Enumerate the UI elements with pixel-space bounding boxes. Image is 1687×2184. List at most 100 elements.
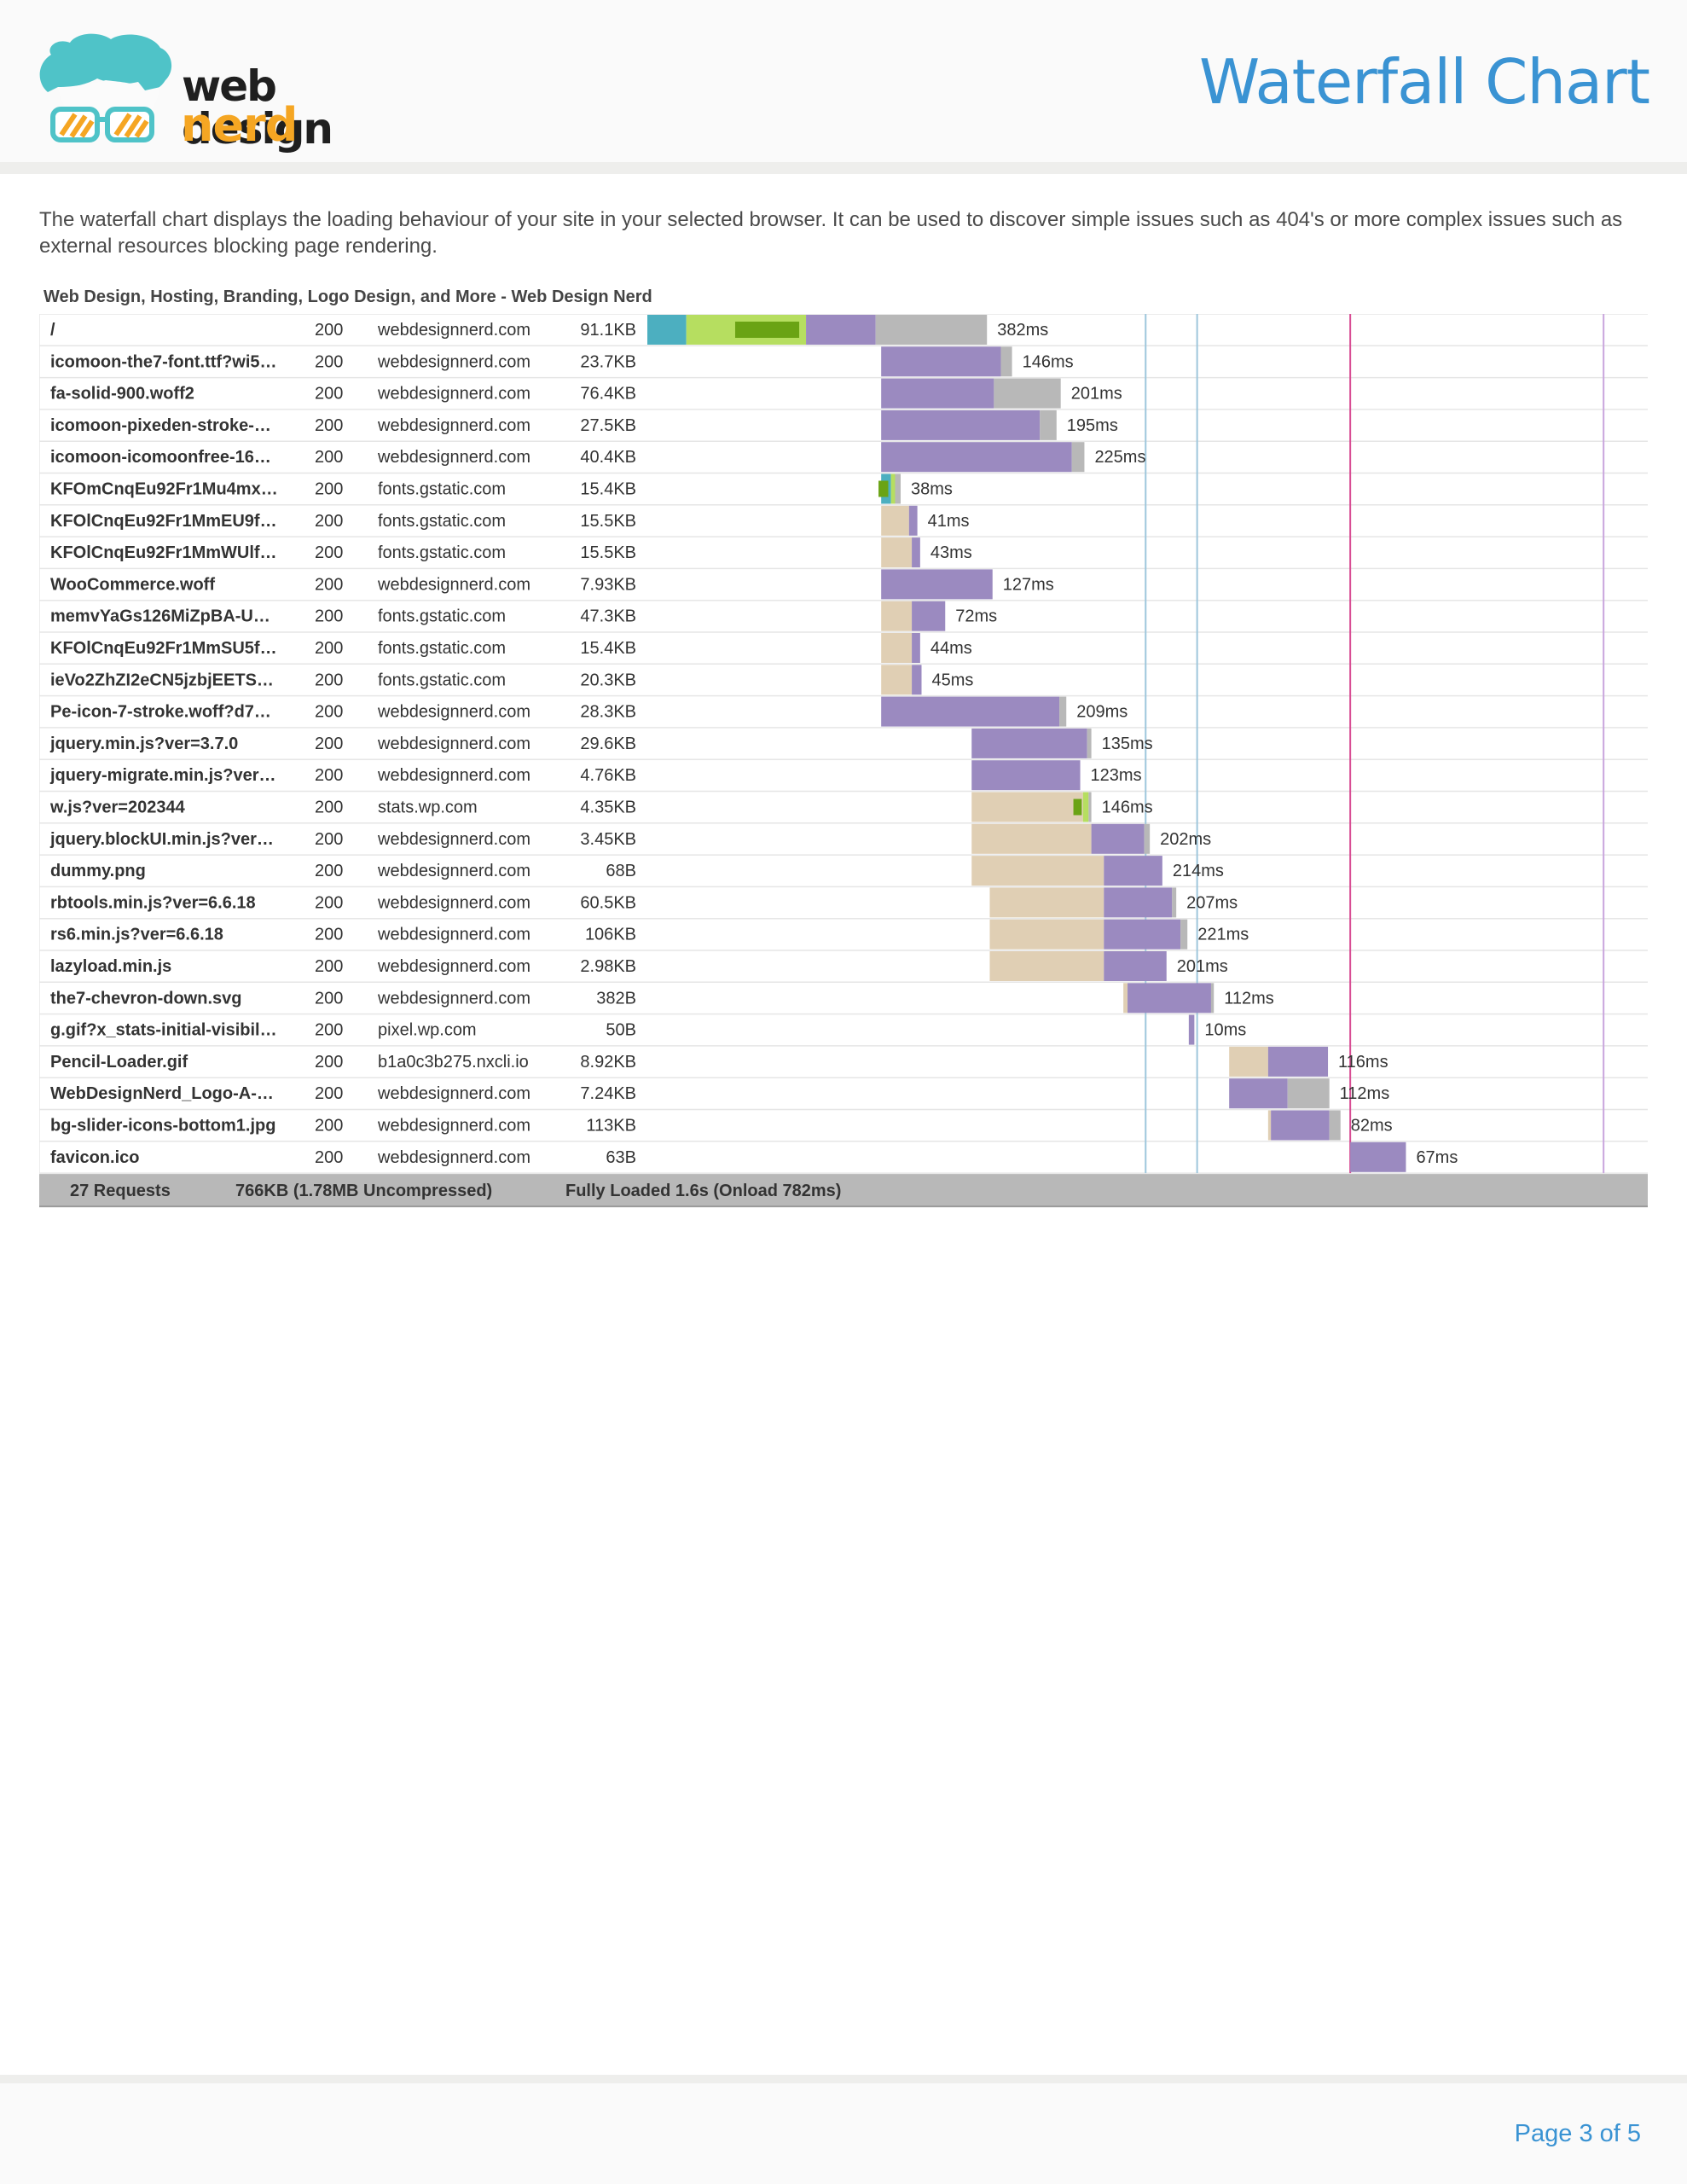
request-duration: 112ms: [1224, 989, 1274, 1008]
wait-segment: [1104, 887, 1173, 918]
ssl-segment: [878, 480, 889, 497]
wait-segment: [912, 633, 920, 663]
receive-segment: [1180, 919, 1188, 950]
request-name: fa-solid-900.woff2: [50, 385, 194, 404]
request-size: 76.4KB: [580, 385, 636, 404]
request-domain: webdesignnerd.com: [377, 1084, 530, 1103]
request-domain: fonts.gstatic.com: [378, 607, 506, 626]
request-domain: webdesignnerd.com: [377, 575, 530, 594]
request-size: 3.45KB: [580, 830, 636, 849]
blocked-segment: [1229, 1046, 1268, 1077]
request-domain: webdesignnerd.com: [377, 957, 530, 976]
blocked-segment: [881, 601, 913, 631]
request-duration: 207ms: [1186, 893, 1238, 912]
blocked-segment: [971, 823, 1092, 854]
request-name: KFOmCnqEu92Fr1Mu4mx…: [50, 480, 278, 499]
wait-segment: [971, 760, 1081, 791]
request-size: 60.5KB: [580, 893, 636, 912]
request-domain: webdesignnerd.com: [377, 926, 530, 944]
request-duration: 209ms: [1076, 703, 1128, 722]
request-domain: b1a0c3b275.nxcli.io: [378, 1053, 529, 1072]
wait-segment: [1229, 1078, 1288, 1109]
blocked-segment: [1123, 983, 1128, 1014]
request-status: 200: [315, 448, 343, 467]
receive-segment: [1329, 1110, 1341, 1141]
request-status: 200: [315, 957, 343, 976]
request-size: 29.6KB: [580, 735, 636, 753]
request-status: 200: [315, 575, 343, 594]
request-domain: webdesignnerd.com: [377, 385, 530, 404]
request-name: Pencil-Loader.gif: [50, 1053, 188, 1072]
request-domain: fonts.gstatic.com: [378, 639, 506, 658]
request-status: 200: [315, 512, 343, 531]
request-domain: webdesignnerd.com: [377, 1148, 530, 1167]
request-duration: 382ms: [997, 321, 1048, 340]
wait-segment: [881, 569, 993, 600]
blocked-segment: [881, 633, 913, 663]
request-size: 15.4KB: [580, 480, 636, 499]
wait-segment: [881, 378, 994, 409]
request-domain: stats.wp.com: [378, 799, 478, 817]
request-name: WebDesignNerd_Logo-A-…: [50, 1084, 274, 1103]
receive-segment: [1172, 887, 1177, 918]
request-name: jquery.blockUI.min.js?ver…: [49, 830, 274, 849]
request-duration: 45ms: [932, 671, 974, 689]
nerd-mascot-icon: [39, 33, 172, 142]
request-domain: webdesignnerd.com: [377, 735, 530, 753]
blocked-segment: [989, 951, 1104, 981]
request-duration: 214ms: [1173, 862, 1224, 880]
request-name: icomoon-pixeden-stroke-…: [50, 416, 271, 435]
request-name: bg-slider-icons-bottom1.jpg: [50, 1117, 275, 1136]
request-duration: 67ms: [1416, 1148, 1458, 1167]
wait-segment: [1350, 1141, 1406, 1172]
request-size: 50B: [606, 1021, 636, 1040]
request-name: KFOlCnqEu92Fr1MmSU5f…: [50, 639, 277, 658]
wait-segment: [1091, 823, 1145, 854]
request-domain: webdesignnerd.com: [377, 703, 530, 722]
request-name: the7-chevron-down.svg: [50, 989, 241, 1008]
request-size: 7.24KB: [580, 1084, 636, 1103]
request-duration: 195ms: [1067, 416, 1118, 435]
wait-segment: [881, 696, 1060, 727]
request-name: icomoon-the7-font.ttf?wi5…: [50, 352, 277, 371]
request-duration: 82ms: [1351, 1117, 1393, 1136]
request-status: 200: [315, 639, 343, 658]
request-size: 113KB: [586, 1117, 636, 1136]
request-status: 200: [315, 1117, 343, 1136]
waterfall-chart: / 200 webdesignnerd.com 91.1KB 382ms icomoon-…: [39, 314, 1648, 1211]
chart-title: Web Design, Hosting, Branding, Logo Desi…: [43, 288, 652, 306]
request-name: KFOlCnqEu92Fr1MmEU9f…: [50, 512, 277, 531]
receive-segment: [1210, 983, 1215, 1014]
request-name: icomoon-icomoonfree-16…: [50, 448, 271, 467]
page-title: Waterfall Chart: [1198, 46, 1650, 118]
receive-segment: [1071, 442, 1085, 473]
request-name: lazyload.min.js: [50, 957, 171, 976]
wait-segment: [971, 728, 1087, 758]
request-status: 200: [315, 799, 343, 817]
receive-segment: [875, 315, 988, 345]
wait-segment: [912, 537, 920, 568]
request-size: 15.5KB: [580, 543, 636, 562]
request-duration: 112ms: [1340, 1084, 1390, 1103]
request-status: 200: [315, 607, 343, 626]
request-size: 91.1KB: [580, 321, 636, 340]
blocked-segment: [989, 919, 1104, 950]
request-name: ieVo2ZhZI2eCN5jzbjEETS…: [50, 671, 274, 689]
request-domain: webdesignnerd.com: [377, 448, 530, 467]
request-name: Pe-icon-7-stroke.woff?d7…: [50, 703, 271, 722]
request-name: favicon.ico: [50, 1148, 139, 1167]
request-size: 382B: [596, 989, 636, 1008]
request-duration: 146ms: [1102, 799, 1153, 817]
blocked-segment: [881, 505, 909, 536]
request-duration: 123ms: [1091, 766, 1142, 785]
page-number: Page 3 of 5: [1514, 2120, 1641, 2147]
request-duration: 44ms: [930, 639, 972, 658]
request-size: 7.93KB: [580, 575, 636, 594]
request-domain: webdesignnerd.com: [377, 1117, 530, 1136]
receive-segment: [994, 378, 1061, 409]
request-size: 8.92KB: [580, 1053, 636, 1072]
request-status: 200: [315, 862, 343, 880]
request-name: rs6.min.js?ver=6.6.18: [50, 926, 223, 944]
wait-segment: [912, 665, 922, 695]
request-status: 200: [315, 543, 343, 562]
